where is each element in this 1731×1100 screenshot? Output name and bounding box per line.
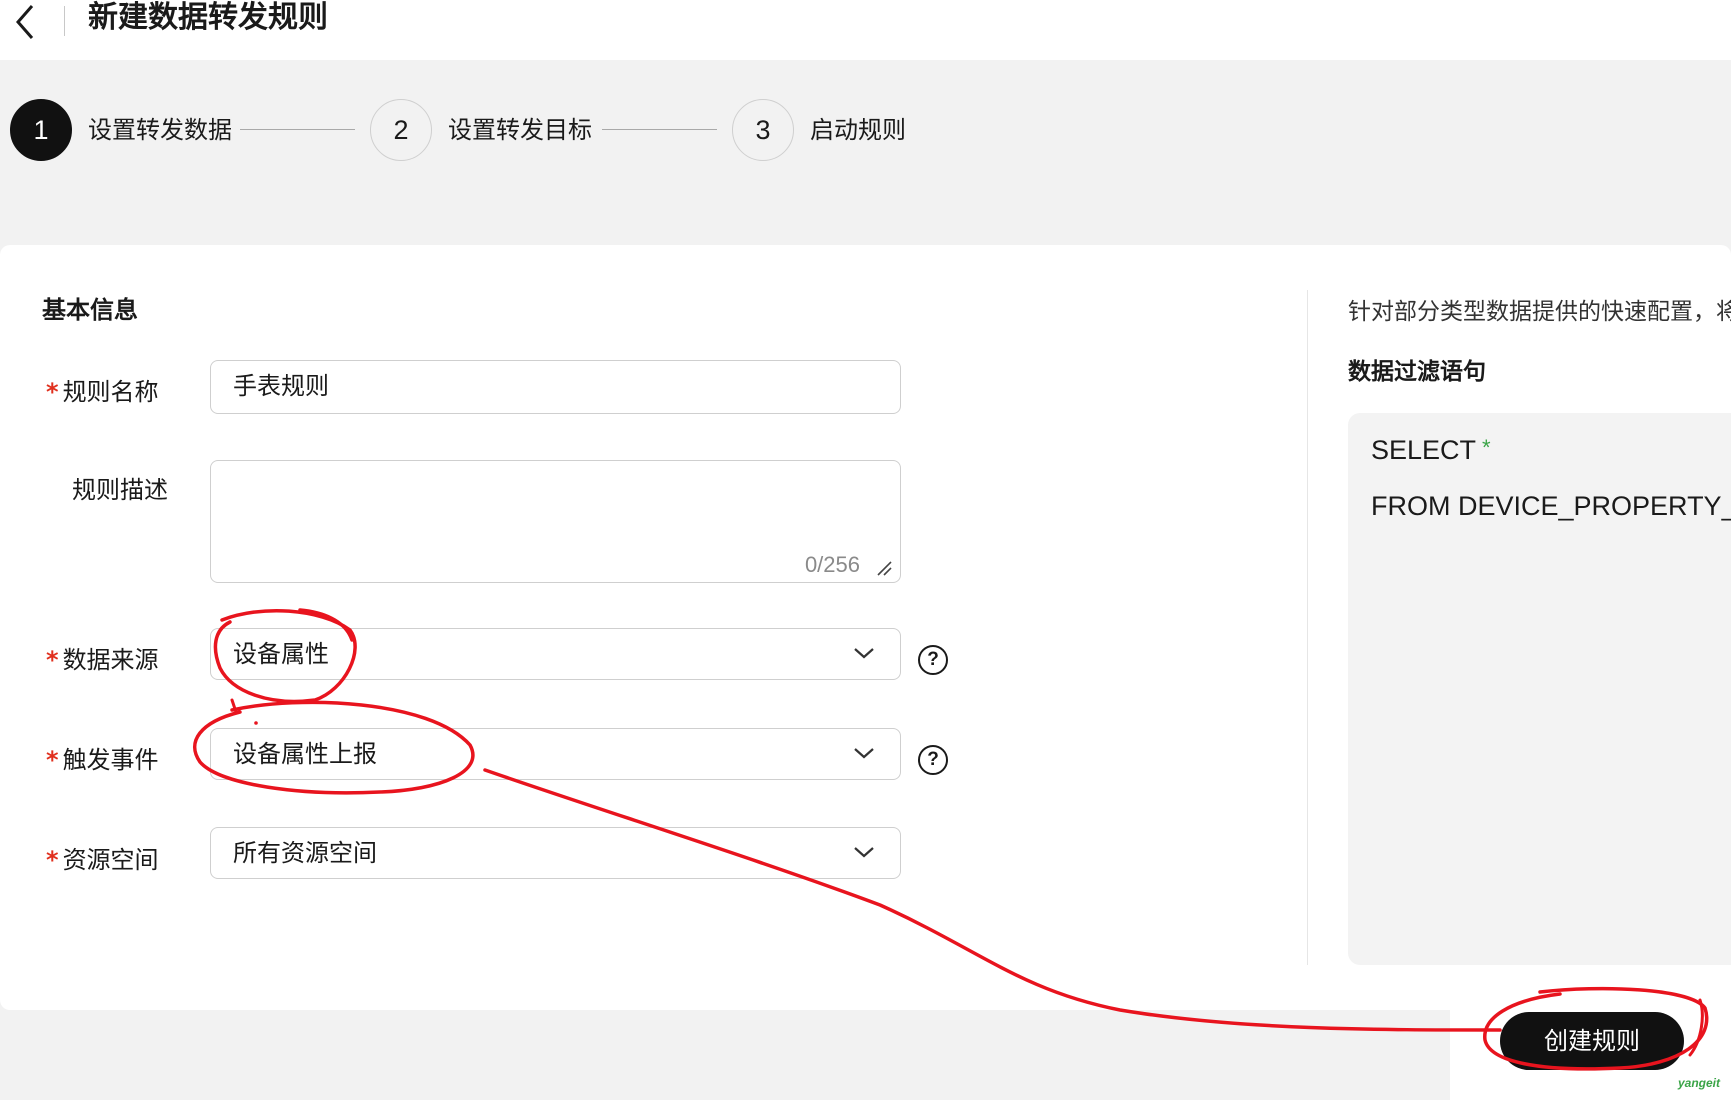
chevron-down-icon [854,648,874,659]
trigger-event-value: 设备属性上报 [233,740,377,768]
quick-config-tip: 针对部分类型数据提供的快速配置，将 [1348,299,1731,325]
step-2-circle: 2 [370,99,432,161]
sql-editor[interactable]: SELECT * FROM DEVICE_PROPERTY_ [1348,413,1731,965]
step-3-circle: 3 [732,99,794,161]
step-1-label: 设置转发数据 [88,116,232,144]
data-source-value: 设备属性 [233,640,329,668]
rule-desc-label: 规则描述 [72,476,168,504]
panel-divider [1307,290,1308,965]
page-title: 新建数据转发规则 [88,0,328,35]
resize-handle-icon[interactable] [876,560,892,576]
resource-space-value: 所有资源空间 [233,839,377,867]
rule-desc-textarea[interactable]: 0/256 [210,460,901,583]
resource-space-label: * 资源空间 [46,846,159,874]
sql-star: * [1482,435,1491,460]
required-mark: * [46,746,59,774]
chevron-down-icon [854,748,874,759]
trigger-event-select[interactable]: 设备属性上报 [210,728,901,780]
watermark: yangeit [1678,1076,1721,1090]
step-3-label: 启动规则 [810,116,906,144]
sql-select-line: SELECT * [1371,435,1491,465]
required-mark: * [46,646,59,674]
back-arrow-icon[interactable] [8,2,42,42]
step-1-circle: 1 [10,99,72,161]
rule-name-label: * 规则名称 [46,378,159,406]
step-2-label: 设置转发目标 [448,116,592,144]
data-source-select[interactable]: 设备属性 [210,628,901,680]
resource-space-select[interactable]: 所有资源空间 [210,827,901,879]
help-icon[interactable]: ? [918,745,948,775]
data-source-label: * 数据来源 [46,646,159,674]
chevron-down-icon [854,847,874,858]
step-connector [602,129,717,130]
char-counter: 0/256 [804,552,860,577]
required-mark: * [46,846,59,874]
top-bar: 新建数据转发规则 [0,0,1731,60]
sql-from-line: FROM DEVICE_PROPERTY_ [1371,491,1731,521]
rule-name-value: 手表规则 [233,372,329,400]
section-title: 基本信息 [42,296,138,324]
rule-name-input[interactable]: 手表规则 [210,360,901,414]
step-connector [240,129,355,130]
create-rule-button[interactable]: 创建规则 [1500,1012,1684,1070]
title-divider [64,6,65,36]
help-icon[interactable]: ? [918,645,948,675]
trigger-event-label: * 触发事件 [46,746,159,774]
filter-statement-title: 数据过滤语句 [1348,359,1486,385]
required-mark: * [46,378,59,406]
